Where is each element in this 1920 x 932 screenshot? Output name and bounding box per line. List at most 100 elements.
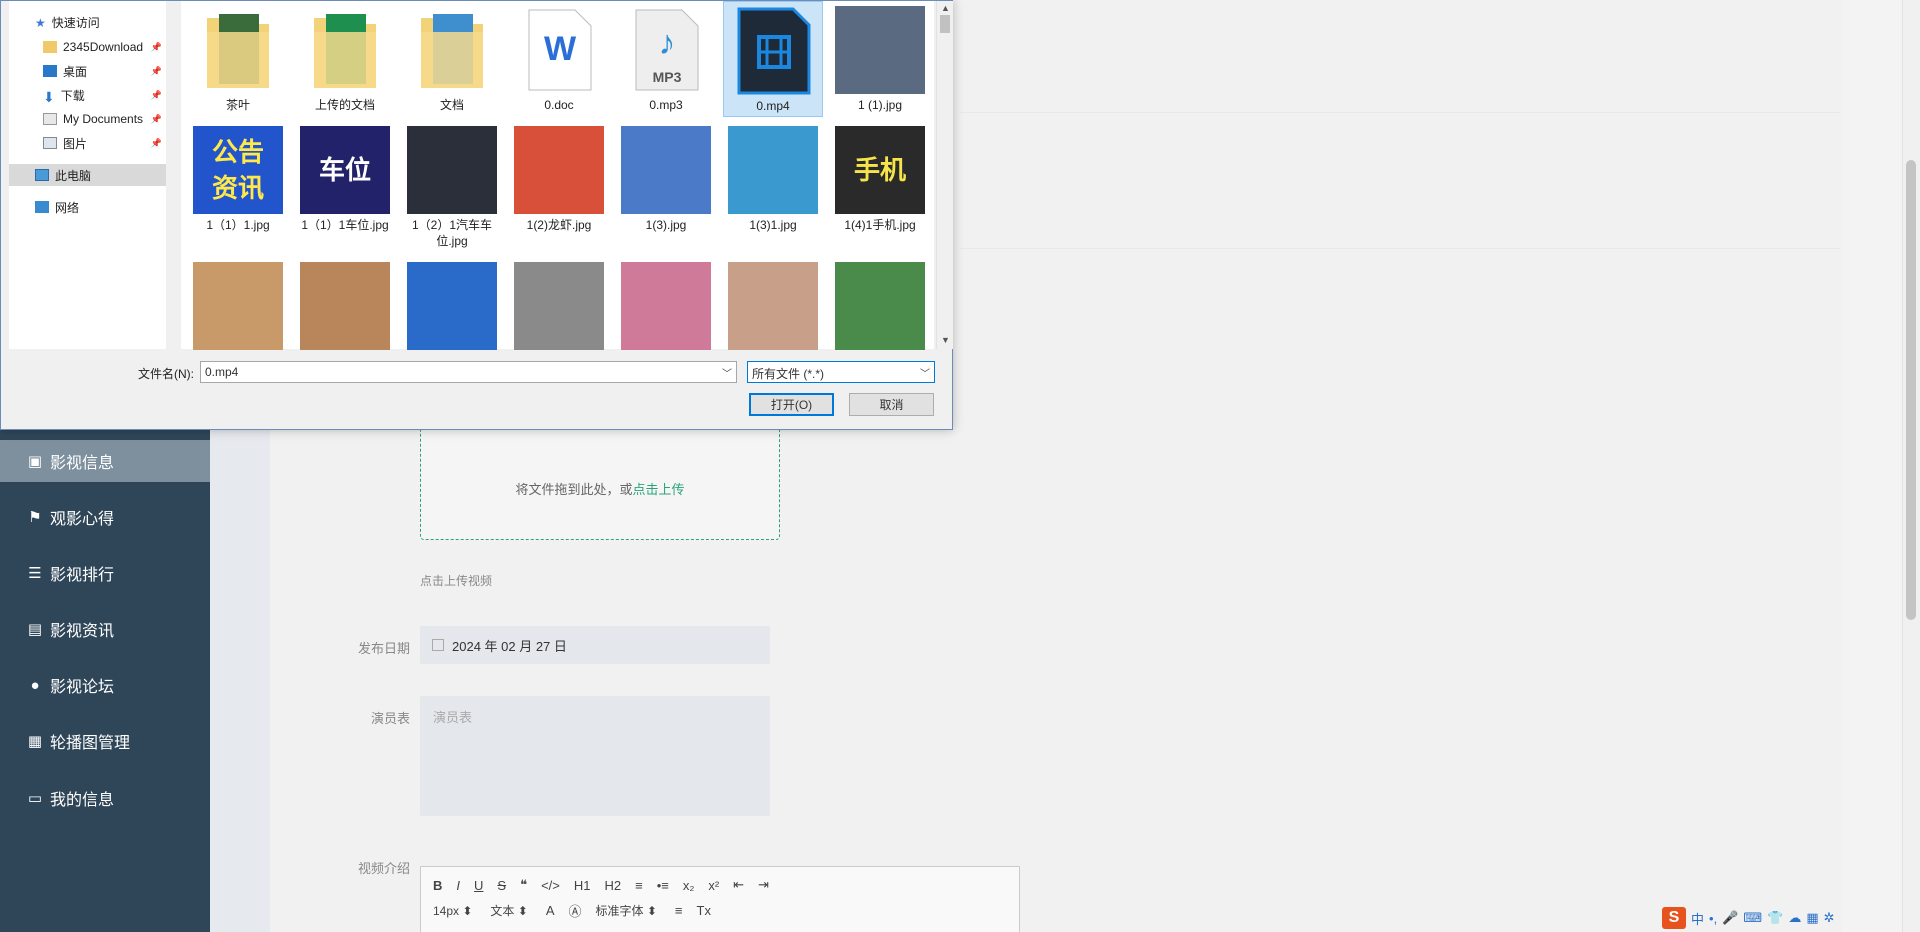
- open-button[interactable]: 打开(O): [749, 393, 834, 416]
- text-type-select[interactable]: 文本 ⬍: [490, 902, 527, 919]
- outdent-button[interactable]: ⇤: [733, 877, 744, 893]
- nav-item-pictures[interactable]: 图片 📌: [9, 132, 166, 154]
- page-scrollbar-thumb[interactable]: [1906, 160, 1916, 620]
- sidebar-item-movie-info[interactable]: ▣ 影视信息: [0, 440, 210, 482]
- sidebar-item-news[interactable]: ▤ 影视资讯: [0, 608, 210, 650]
- nav-item-label: 图片: [63, 136, 88, 151]
- desktop-icon: [43, 65, 57, 77]
- quote-button[interactable]: ❝: [520, 877, 527, 893]
- background-color-icon[interactable]: Ⓐ: [569, 901, 582, 920]
- file-item[interactable]: 1(2)龙虾.jpg: [509, 121, 609, 251]
- nav-item-2345download[interactable]: 2345Download 📌: [9, 36, 166, 58]
- sidebar-item-ranking[interactable]: ☰ 影视排行: [0, 552, 210, 594]
- nav-item-downloads[interactable]: ⬇ 下载 📌: [9, 84, 166, 106]
- chinese-ime-icon[interactable]: 中: [1691, 909, 1704, 928]
- sidebar-item-forum[interactable]: ● 影视论坛: [0, 664, 210, 706]
- file-item[interactable]: 1(3).jpg: [616, 121, 716, 251]
- nav-item-label: My Documents: [63, 112, 144, 126]
- file-item[interactable]: 茶叶: [188, 1, 288, 117]
- sidebar-item-my-info[interactable]: ▭ 我的信息: [0, 777, 210, 819]
- sidebar-item-reviews[interactable]: ⚑ 观影心得: [0, 496, 210, 538]
- strike-button[interactable]: S: [497, 878, 506, 893]
- file-item[interactable]: [830, 257, 930, 350]
- h2-button[interactable]: H2: [605, 878, 622, 893]
- sidebar-item-label: 影视信息: [50, 455, 115, 472]
- nav-item-quick-access[interactable]: ★ 快速访问: [9, 11, 166, 33]
- punctuation-icon[interactable]: •,: [1709, 911, 1717, 926]
- subscript-button[interactable]: x₂: [683, 878, 695, 893]
- h1-button[interactable]: H1: [574, 878, 591, 893]
- upload-hint: 点击上传视频: [420, 574, 493, 588]
- align-icon[interactable]: ≡: [675, 903, 683, 918]
- file-list-scrollbar[interactable]: ▲ ▼: [936, 1, 953, 349]
- file-item[interactable]: 文档: [402, 1, 502, 117]
- photo-thumbnail: [514, 262, 604, 350]
- file-item[interactable]: [723, 257, 823, 350]
- nav-item-network[interactable]: 网络: [9, 196, 166, 218]
- download-icon: ⬇: [43, 89, 55, 105]
- keyboard-icon[interactable]: ⌨: [1743, 910, 1762, 926]
- font-size-select[interactable]: 14px ⬍: [433, 904, 472, 918]
- file-item[interactable]: 0.mp4: [723, 1, 823, 117]
- nav-item-desktop[interactable]: 桌面 📌: [9, 60, 166, 82]
- file-item[interactable]: [295, 257, 395, 350]
- file-item[interactable]: 公告 资讯 1（1）1.jpg: [188, 121, 288, 251]
- date-input[interactable]: 2024 年 02 月 27 日: [420, 626, 770, 664]
- file-item[interactable]: 1(3)1.jpg: [723, 121, 823, 251]
- file-item[interactable]: [188, 257, 288, 350]
- photo-thumbnail: [835, 262, 925, 350]
- filename-value: 0.mp4: [205, 365, 239, 379]
- actors-label: 演员表: [370, 711, 410, 726]
- rich-text-editor[interactable]: B I U S ❝ </> H1 H2 ≡ •≡ x₂ x² ⇤ ⇥ 14px …: [420, 866, 1020, 932]
- sogou-logo-icon[interactable]: S: [1662, 907, 1686, 929]
- file-item[interactable]: [509, 257, 609, 350]
- svg-text:MP3: MP3: [653, 69, 682, 85]
- file-item[interactable]: 1 (1).jpg: [830, 1, 930, 117]
- font-family-select[interactable]: 标准字体 ⬍: [596, 902, 657, 919]
- filetype-select[interactable]: 所有文件 (*.*) ﹀: [747, 361, 935, 383]
- underline-button[interactable]: U: [474, 878, 483, 893]
- scroll-up-icon[interactable]: ▲: [941, 3, 950, 13]
- italic-button[interactable]: I: [456, 878, 460, 893]
- file-item[interactable]: [616, 257, 716, 350]
- grid-icon: ▦: [27, 733, 43, 750]
- file-item[interactable]: 车位 1（1）1车位.jpg: [295, 121, 395, 251]
- flag-icon: ⚑: [28, 509, 42, 526]
- nav-item-this-pc[interactable]: 此电脑: [9, 164, 166, 186]
- clear-format-icon[interactable]: Tx: [697, 903, 711, 918]
- file-item[interactable]: 1（2）1汽车车位.jpg: [402, 121, 502, 251]
- font-color-icon[interactable]: A: [546, 903, 555, 918]
- poster-thumbnail: 车位: [300, 126, 390, 214]
- bold-button[interactable]: B: [433, 878, 442, 893]
- upload-link[interactable]: 点击上传: [633, 482, 685, 497]
- filename-input[interactable]: 0.mp4 ﹀: [200, 361, 737, 383]
- actors-textarea[interactable]: 演员表: [420, 696, 770, 816]
- scroll-thumb[interactable]: [940, 15, 950, 33]
- cloud-icon[interactable]: ☁: [1788, 910, 1801, 926]
- file-item[interactable]: 手机 1(4)1手机.jpg: [830, 121, 930, 251]
- file-item[interactable]: W 0.doc: [509, 1, 609, 117]
- toolbox-icon[interactable]: ▦: [1806, 910, 1818, 926]
- skin-icon[interactable]: 👕: [1767, 910, 1783, 926]
- sidebar-item-label: 轮播图管理: [50, 735, 131, 752]
- file-item[interactable]: ♪ MP3 0.mp3: [616, 1, 716, 117]
- sidebar-item-carousel[interactable]: ▦ 轮播图管理: [0, 720, 210, 762]
- chevron-down-icon[interactable]: ﹀: [722, 365, 732, 380]
- file-name: 1（1）1.jpg: [206, 218, 270, 232]
- bullet-list-button[interactable]: •≡: [657, 878, 669, 893]
- superscript-button[interactable]: x²: [708, 878, 719, 893]
- scroll-down-icon[interactable]: ▼: [941, 335, 950, 345]
- file-item[interactable]: 上传的文档: [295, 1, 395, 117]
- nav-item-my-documents[interactable]: My Documents 📌: [9, 108, 166, 130]
- file-item[interactable]: [402, 257, 502, 350]
- indent-button[interactable]: ⇥: [758, 877, 769, 893]
- chevron-down-icon[interactable]: ﹀: [920, 365, 930, 380]
- cancel-button[interactable]: 取消: [849, 393, 934, 416]
- microphone-icon[interactable]: 🎤: [1722, 910, 1738, 926]
- nav-item-label: 此电脑: [55, 168, 92, 183]
- settings-icon[interactable]: ✲: [1824, 910, 1835, 926]
- code-button[interactable]: </>: [541, 878, 560, 893]
- date-label: 发布日期: [357, 641, 410, 656]
- ordered-list-button[interactable]: ≡: [635, 878, 643, 893]
- file-name: 0.mp3: [649, 98, 683, 112]
